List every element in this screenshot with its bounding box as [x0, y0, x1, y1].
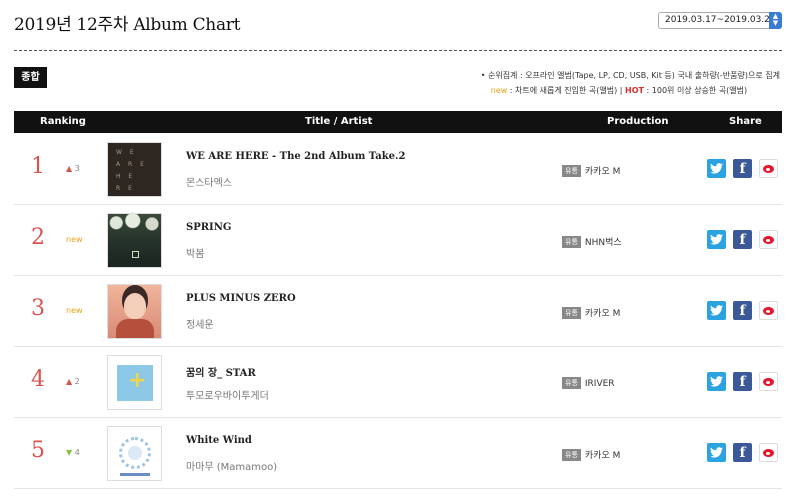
song-title[interactable]: SPRING — [186, 222, 231, 233]
distributor: 유통 카카오 M — [562, 164, 620, 177]
header-title-artist: Title / Artist — [305, 116, 373, 127]
rank-change: ▲ 2 — [66, 377, 80, 386]
table-row: 3 new PLUS MINUS ZERO 정세운 유통 카카오 M f — [14, 276, 782, 347]
distribution-badge: 유통 — [562, 377, 581, 389]
table-row: 4 ▲ 2 + 꿈의 장_ STAR 투모로우바이투게더 유통 IRIVER f — [14, 347, 782, 418]
twitter-icon[interactable] — [707, 159, 726, 178]
cover-art — [120, 473, 150, 476]
rank-number: 5 — [31, 438, 45, 463]
cover-art: W E — [116, 149, 137, 156]
up-arrow-icon: ▲ — [66, 377, 73, 386]
table-row: 2 new SPRING 박봄 유통 NHN벅스 f — [14, 205, 782, 276]
notes-line-2: new : 차트에 새롭게 진입한 곡(앨범) | HOT : 100위 이상 … — [481, 83, 780, 98]
song-title[interactable]: White Wind — [186, 435, 252, 446]
facebook-icon[interactable]: f — [733, 230, 752, 249]
table-row: 1 ▲ 3 W E A R E H E R E WE ARE HERE - Th… — [14, 134, 782, 205]
distributor: 유통 IRIVER — [562, 377, 615, 389]
cover-art — [132, 251, 139, 258]
rank-number: 2 — [31, 225, 45, 250]
song-title[interactable]: 꿈의 장_ STAR — [186, 364, 256, 379]
album-cover[interactable] — [107, 284, 162, 339]
weibo-icon[interactable] — [759, 230, 778, 249]
header-ranking: Ranking — [40, 116, 86, 127]
rank-number: 1 — [31, 154, 45, 179]
album-cover[interactable]: W E A R E H E R E — [107, 142, 162, 197]
facebook-icon[interactable]: f — [733, 443, 752, 462]
cover-art: R E — [116, 185, 135, 192]
album-cover[interactable] — [107, 213, 162, 268]
facebook-icon[interactable]: f — [733, 372, 752, 391]
weibo-icon[interactable] — [759, 301, 778, 320]
divider — [14, 50, 782, 51]
distributor-name: NHN벅스 — [584, 238, 622, 248]
rank-change-value: 3 — [74, 164, 80, 173]
rank-change-value: 4 — [74, 448, 80, 457]
hot-label: HOT — [625, 86, 644, 95]
distributor: 유통 카카오 M — [562, 448, 620, 461]
notes-hot-desc: : 100위 이상 상승한 곡(앨범) — [643, 86, 748, 95]
twitter-icon[interactable] — [707, 372, 726, 391]
down-arrow-icon: ▼ — [66, 448, 73, 457]
period-value: 2019.03.17~2019.03.23 — [665, 15, 776, 25]
updown-arrow-icon: ▲ ▼ — [769, 12, 782, 29]
cover-art: + — [128, 368, 147, 393]
rank-change-value: 2 — [74, 377, 80, 386]
notes-new-desc: : 차트에 새롭게 진입한 곡(앨범) | — [507, 86, 626, 95]
artist-name[interactable]: 마마무 (Mamamoo) — [186, 458, 277, 473]
weibo-icon[interactable] — [759, 443, 778, 462]
table-row: 5 ▼ 4 White Wind 마마무 (Mamamoo) 유통 카카오 M f — [14, 418, 782, 489]
twitter-icon[interactable] — [707, 443, 726, 462]
artist-name[interactable]: 박봄 — [186, 245, 204, 260]
album-cover[interactable] — [107, 426, 162, 481]
distributor: 유통 NHN벅스 — [562, 235, 622, 248]
header-share: Share — [729, 116, 762, 127]
cover-art: H E — [116, 173, 136, 180]
chart-notes: • 순위집계 : 오프라인 앨범(Tape, LP, CD, USB, Kit … — [481, 68, 780, 98]
new-label: new — [490, 86, 508, 95]
twitter-icon[interactable] — [707, 230, 726, 249]
weibo-icon[interactable] — [759, 372, 778, 391]
distributor-name: 카카오 M — [584, 451, 621, 461]
rank-change: ▼ 4 — [66, 448, 80, 457]
distributor-name: IRIVER — [584, 379, 615, 389]
album-cover[interactable]: + — [107, 355, 162, 410]
artist-name[interactable]: 정세운 — [186, 316, 214, 331]
rank-change: ▲ 3 — [66, 164, 80, 173]
facebook-icon[interactable]: f — [733, 301, 752, 320]
header-production: Production — [607, 116, 669, 127]
distribution-badge: 유통 — [562, 165, 581, 177]
distributor-name: 카카오 M — [584, 309, 621, 319]
rank-number: 4 — [31, 367, 45, 392]
song-title[interactable]: WE ARE HERE - The 2nd Album Take.2 — [186, 151, 405, 162]
rank-number: 3 — [31, 296, 45, 321]
table-header: Ranking Title / Artist Production Share — [14, 111, 782, 133]
cover-art: A R E — [116, 161, 147, 168]
cover-art — [116, 319, 154, 338]
rank-change: new — [66, 235, 83, 244]
artist-name[interactable]: 몬스타엑스 — [186, 174, 232, 189]
distributor: 유통 카카오 M — [562, 306, 620, 319]
artist-name[interactable]: 투모로우바이투게더 — [186, 387, 269, 402]
distributor-name: 카카오 M — [584, 167, 621, 177]
notes-line-1: • 순위집계 : 오프라인 앨범(Tape, LP, CD, USB, Kit … — [480, 71, 780, 80]
facebook-icon[interactable]: f — [733, 159, 752, 178]
page-title: 2019년 12주차 Album Chart — [14, 15, 241, 35]
up-arrow-icon: ▲ — [66, 164, 73, 173]
weibo-icon[interactable] — [759, 159, 778, 178]
distribution-badge: 유통 — [562, 449, 581, 461]
distribution-badge: 유통 — [562, 307, 581, 319]
distribution-badge: 유통 — [562, 236, 581, 248]
twitter-icon[interactable] — [707, 301, 726, 320]
song-title[interactable]: PLUS MINUS ZERO — [186, 293, 296, 304]
rank-change: new — [66, 306, 83, 315]
tab-overall[interactable]: 종합 — [14, 67, 47, 88]
cover-art — [124, 293, 146, 319]
cover-art — [128, 446, 142, 460]
period-select[interactable]: 2019.03.17~2019.03.23 ▲ ▼ — [658, 12, 782, 29]
